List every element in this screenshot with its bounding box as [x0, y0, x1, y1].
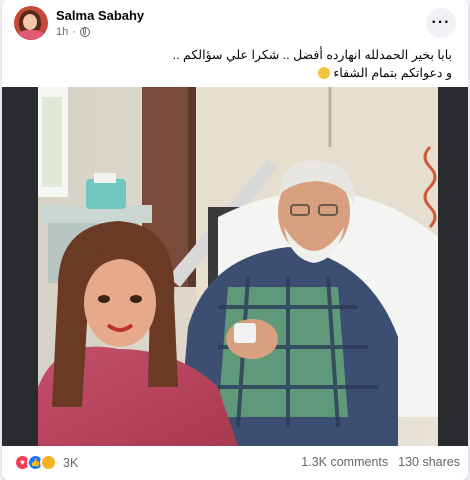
- author-name[interactable]: Salma Sabahy: [56, 8, 144, 23]
- photo-image: [38, 87, 438, 446]
- comments-count[interactable]: 1.3K comments: [301, 455, 388, 469]
- reaction-count[interactable]: 3K: [63, 456, 78, 470]
- post-caption: بابا بخير الحمدلله انهارده أفضل .. شكرا …: [32, 46, 452, 82]
- post-photo[interactable]: [2, 87, 468, 446]
- facebook-post: Salma Sabahy 1h · ··· بابا بخير الحمدلله…: [2, 0, 468, 480]
- hug-emoji-icon: [317, 67, 330, 79]
- more-options-icon: ···: [431, 14, 451, 31]
- post-stats: 1.3K comments 130 shares: [301, 455, 460, 469]
- post-header: Salma Sabahy 1h · ···: [12, 6, 458, 42]
- shares-count[interactable]: 130 shares: [398, 455, 460, 469]
- post-meta: 1h ·: [56, 26, 90, 38]
- engagement-bar: ♥ 👍 3K 1.3K comments 130 shares: [2, 446, 468, 480]
- caption-line-2: و دعواتكم بتمام الشفاء: [32, 64, 452, 82]
- globe-icon: [79, 27, 90, 37]
- caption-line-1: بابا بخير الحمدلله انهارده أفضل .. شكرا …: [172, 48, 452, 62]
- more-options-button[interactable]: ···: [426, 8, 456, 38]
- care-reaction-icon: [40, 454, 57, 471]
- reactions-summary[interactable]: ♥ 👍 3K: [14, 454, 78, 471]
- author-avatar[interactable]: [14, 6, 48, 40]
- post-time[interactable]: 1h: [56, 26, 68, 38]
